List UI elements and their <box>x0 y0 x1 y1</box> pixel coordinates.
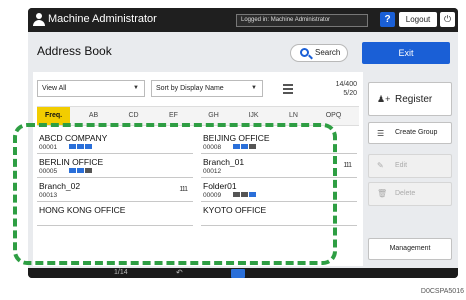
edit-button[interactable]: ✎ Edit <box>368 154 452 178</box>
register-label: Register <box>395 94 433 105</box>
power-icon[interactable]: ⏻ <box>440 12 455 27</box>
pencil-icon: ✎ <box>377 161 384 170</box>
list-view-icon[interactable] <box>281 82 295 96</box>
chevron-down-icon: ▼ <box>251 85 257 91</box>
create-group-button[interactable]: ☰ Create Group <box>368 122 452 144</box>
edit-label: Edit <box>395 162 408 169</box>
create-group-label: Create Group <box>395 129 438 136</box>
highlight-frame <box>13 123 337 265</box>
register-button[interactable]: ♟+ Register <box>368 82 452 116</box>
user-icon <box>33 13 45 27</box>
search-button[interactable]: Search <box>290 44 348 62</box>
entry-count: 14/400 <box>335 81 357 88</box>
user-title: Machine Administrator <box>48 13 157 25</box>
group-icon: ☰ <box>377 129 385 138</box>
exit-button[interactable]: Exit <box>362 42 450 64</box>
search-icon <box>300 48 309 57</box>
entry-counter: 14/400 5/20 <box>311 80 357 98</box>
top-status-bar: Machine Administrator Logged in: Machine… <box>28 8 458 32</box>
back-icon[interactable]: ↶ <box>176 268 183 278</box>
logout-button[interactable]: Logout <box>399 12 437 27</box>
management-label: Management <box>389 245 431 252</box>
home-icon[interactable] <box>231 269 245 278</box>
delete-label: Delete <box>395 190 416 197</box>
view-select[interactable]: View All ▼ <box>37 80 145 97</box>
search-label: Search <box>315 48 341 57</box>
bottom-nav-bar: 1/14 ↶ <box>28 268 458 278</box>
view-select-value: View All <box>42 85 67 92</box>
group-count: 5/20 <box>343 90 357 97</box>
management-button[interactable]: Management <box>368 238 452 260</box>
logged-in-status: Logged in: Machine Administrator <box>236 14 368 27</box>
sort-select[interactable]: Sort by Display Name ▼ <box>151 80 263 97</box>
group-icon: 111 <box>343 162 352 169</box>
figure-code: D0CSPA5016 <box>420 288 464 295</box>
help-button[interactable]: ? <box>380 12 395 27</box>
chevron-down-icon: ▼ <box>133 85 139 91</box>
page-indicator: 1/14 <box>114 269 128 276</box>
trash-icon: 🗑 <box>377 189 388 198</box>
user-plus-icon: ♟+ <box>377 94 391 104</box>
page-title: Address Book <box>37 44 112 58</box>
delete-button[interactable]: 🗑 Delete <box>368 182 452 206</box>
sort-select-value: Sort by Display Name <box>156 85 224 92</box>
